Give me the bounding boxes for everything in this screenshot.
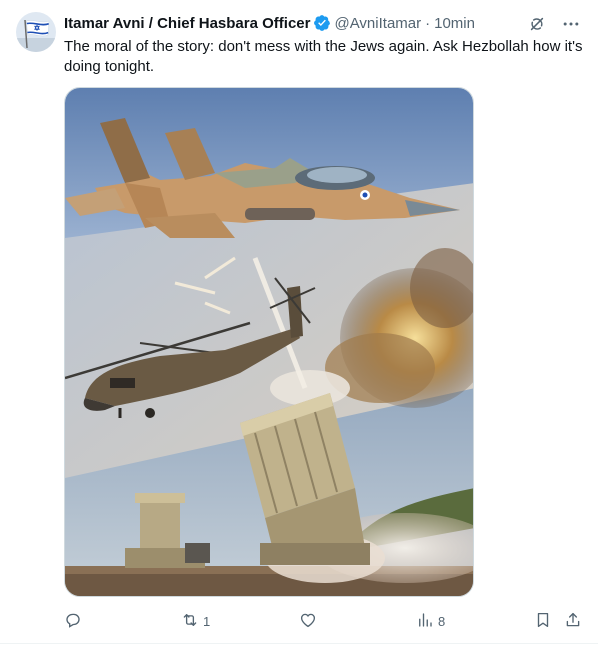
user-handle[interactable]: @AvniItamar [334, 15, 421, 32]
retweet-button[interactable]: 1 [181, 611, 210, 632]
bookmark-button[interactable] [534, 611, 552, 632]
more-icon[interactable] [560, 13, 582, 35]
share-button[interactable] [564, 611, 582, 632]
verified-badge-icon [313, 14, 331, 32]
views-icon [416, 611, 434, 632]
avatar[interactable] [16, 12, 56, 52]
divider [0, 643, 598, 644]
views-count: 8 [438, 614, 446, 629]
timestamp[interactable]: 10min [434, 15, 475, 32]
share-icon [564, 611, 582, 632]
tweet-header: Itamar Avni / Chief Hasbara Officer @Avn… [64, 13, 582, 33]
like-button[interactable] [299, 611, 321, 632]
reply-button[interactable] [64, 611, 86, 632]
reply-icon [64, 611, 82, 632]
like-icon [299, 611, 317, 632]
separator-dot: · [425, 14, 431, 32]
retweet-count: 1 [203, 614, 211, 629]
grok-icon[interactable] [526, 13, 548, 35]
header-actions [526, 13, 582, 35]
bookmark-icon [534, 611, 552, 632]
display-name[interactable]: Itamar Avni / Chief Hasbara Officer [64, 15, 310, 32]
action-bar: 1 8 [64, 611, 584, 631]
tweet-image[interactable] [64, 87, 474, 597]
views-button[interactable]: 8 [416, 611, 445, 632]
tweet-text: The moral of the story: don't mess with … [64, 38, 583, 75]
tweet-card[interactable]: Itamar Avni / Chief Hasbara Officer @Avn… [0, 0, 598, 650]
retweet-icon [181, 611, 199, 632]
